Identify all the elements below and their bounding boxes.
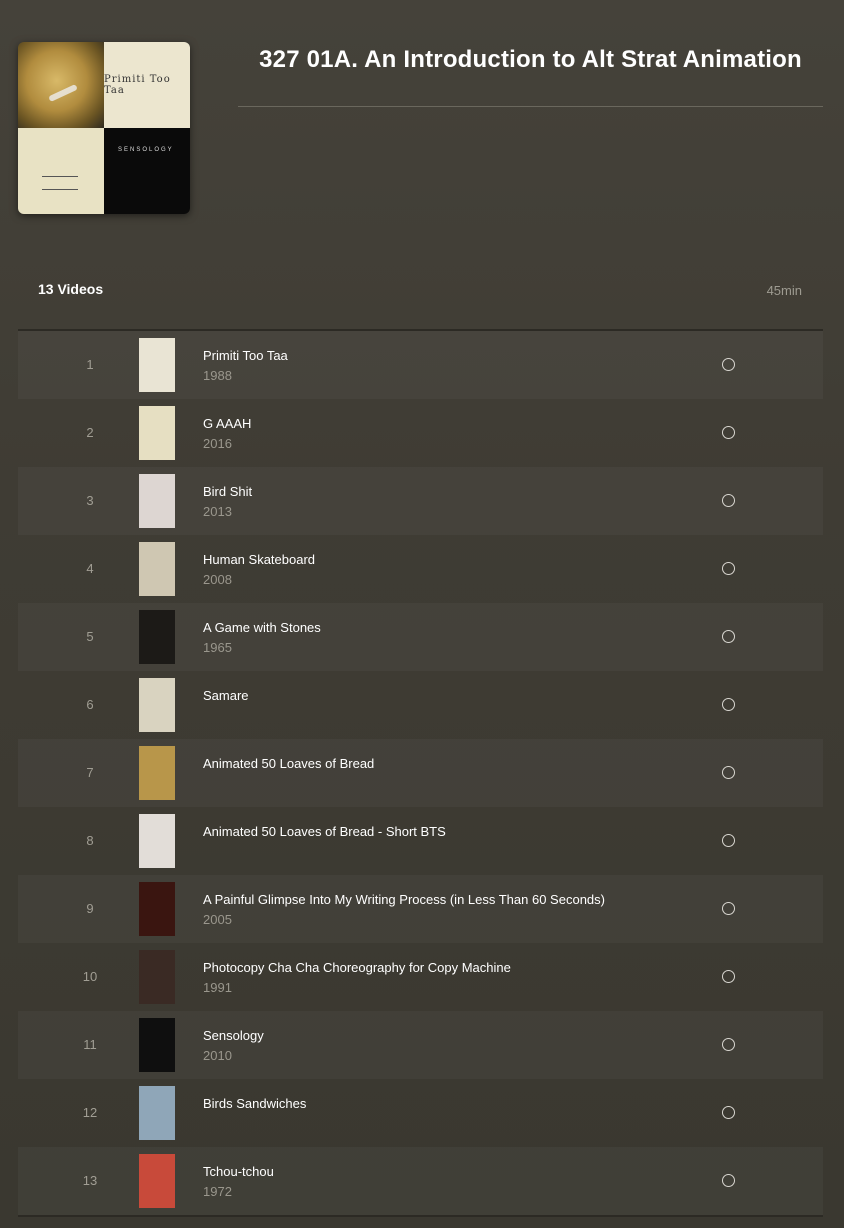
video-year: 2010	[203, 1048, 232, 1063]
watched-status-icon[interactable]	[722, 494, 735, 507]
video-index: 5	[86, 629, 94, 644]
watched-status-icon[interactable]	[722, 834, 735, 847]
video-thumbnail[interactable]	[139, 882, 175, 936]
video-row[interactable]: 7 Animated 50 Loaves of Bread	[18, 739, 823, 807]
video-year: 2005	[203, 912, 232, 927]
cover-sensology-text: SENSOLOGY	[118, 147, 174, 153]
collection-cover-image: Primiti Too Taa SENSOLOGY	[18, 42, 190, 214]
video-title[interactable]: Animated 50 Loaves of Bread - Short BTS	[203, 824, 446, 839]
watched-status-icon[interactable]	[722, 1174, 735, 1187]
total-duration: 45min	[766, 283, 802, 298]
video-thumbnail[interactable]	[139, 678, 175, 732]
video-title[interactable]: Sensology	[203, 1028, 264, 1043]
video-row[interactable]: 2 G AAAH 2016	[18, 399, 823, 467]
video-index: 10	[82, 969, 98, 984]
watched-status-icon[interactable]	[722, 698, 735, 711]
video-index: 11	[83, 1037, 97, 1052]
watched-status-icon[interactable]	[722, 562, 735, 575]
video-row[interactable]: 13 Tchou-tchou 1972	[18, 1147, 823, 1215]
watched-status-icon[interactable]	[722, 902, 735, 915]
video-index: 3	[86, 493, 94, 508]
video-year: 2008	[203, 572, 232, 587]
video-row[interactable]: 6 Samare	[18, 671, 823, 739]
video-index: 7	[86, 765, 94, 780]
video-year: 1991	[203, 980, 232, 995]
video-title[interactable]: Primiti Too Taa	[203, 348, 288, 363]
video-thumbnail[interactable]	[139, 814, 175, 868]
video-thumbnail[interactable]	[139, 746, 175, 800]
cover-primiti-text: Primiti Too Taa	[104, 74, 171, 96]
video-title[interactable]: Human Skateboard	[203, 552, 315, 567]
video-year: 1972	[203, 1184, 232, 1199]
list-bottom-divider	[18, 1215, 823, 1217]
video-row[interactable]: 5 A Game with Stones 1965	[18, 603, 823, 671]
video-index: 12	[82, 1105, 98, 1120]
video-title[interactable]: A Game with Stones	[203, 620, 321, 635]
video-title[interactable]: Samare	[203, 688, 249, 703]
video-row[interactable]: 12 Birds Sandwiches	[18, 1079, 823, 1147]
video-title[interactable]: Photocopy Cha Cha Choreography for Copy …	[203, 960, 511, 975]
title-divider	[238, 106, 823, 107]
watched-status-icon[interactable]	[722, 1106, 735, 1119]
video-title[interactable]: A Painful Glimpse Into My Writing Proces…	[203, 892, 605, 907]
watched-status-icon[interactable]	[722, 630, 735, 643]
video-index: 2	[86, 425, 94, 440]
video-row[interactable]: 1 Primiti Too Taa 1988	[18, 331, 823, 399]
cover-tile-bread	[18, 42, 104, 128]
watched-status-icon[interactable]	[722, 426, 735, 439]
video-count: 13 Videos	[38, 281, 104, 297]
video-thumbnail[interactable]	[139, 542, 175, 596]
video-title[interactable]: G AAAH	[203, 416, 251, 431]
video-title[interactable]: Bird Shit	[203, 484, 252, 499]
video-title[interactable]: Tchou-tchou	[203, 1164, 274, 1179]
video-title[interactable]: Animated 50 Loaves of Bread	[203, 756, 374, 771]
video-thumbnail[interactable]	[139, 1018, 175, 1072]
video-thumbnail[interactable]	[139, 338, 175, 392]
video-thumbnail[interactable]	[139, 1154, 175, 1208]
cover-tile-primiti: Primiti Too Taa	[104, 42, 190, 128]
watched-status-icon[interactable]	[722, 970, 735, 983]
watched-status-icon[interactable]	[722, 1038, 735, 1051]
video-thumbnail[interactable]	[139, 474, 175, 528]
video-index: 13	[82, 1173, 98, 1188]
video-year: 2016	[203, 436, 232, 451]
video-thumbnail[interactable]	[139, 950, 175, 1004]
video-thumbnail[interactable]	[139, 406, 175, 460]
watched-status-icon[interactable]	[722, 766, 735, 779]
video-row[interactable]: 10 Photocopy Cha Cha Choreography for Cop…	[18, 943, 823, 1011]
video-year: 2013	[203, 504, 232, 519]
video-row[interactable]: 4 Human Skateboard 2008	[18, 535, 823, 603]
video-thumbnail[interactable]	[139, 1086, 175, 1140]
collection-title: 327 01A. An Introduction to Alt Strat An…	[259, 46, 802, 73]
video-row[interactable]: 8 Animated 50 Loaves of Bread - Short BTS	[18, 807, 823, 875]
video-year: 1965	[203, 640, 232, 655]
video-index: 8	[86, 833, 94, 848]
video-list: 1 Primiti Too Taa 1988 2 G AAAH 2016 3 Bird Shi…	[18, 331, 823, 1215]
video-year: 1988	[203, 368, 232, 383]
video-index: 4	[86, 561, 94, 576]
video-row[interactable]: 11 Sensology 2010	[18, 1011, 823, 1079]
video-title[interactable]: Birds Sandwiches	[203, 1096, 306, 1111]
video-thumbnail[interactable]	[139, 610, 175, 664]
video-index: 6	[86, 697, 94, 712]
video-index: 1	[86, 357, 94, 372]
cover-tile-gaaah	[18, 128, 104, 214]
video-row[interactable]: 3 Bird Shit 2013	[18, 467, 823, 535]
cover-tile-sensology: SENSOLOGY	[104, 128, 190, 214]
video-index: 9	[86, 901, 94, 916]
watched-status-icon[interactable]	[722, 358, 735, 371]
video-row[interactable]: 9 A Painful Glimpse Into My Writing Proce…	[18, 875, 823, 943]
